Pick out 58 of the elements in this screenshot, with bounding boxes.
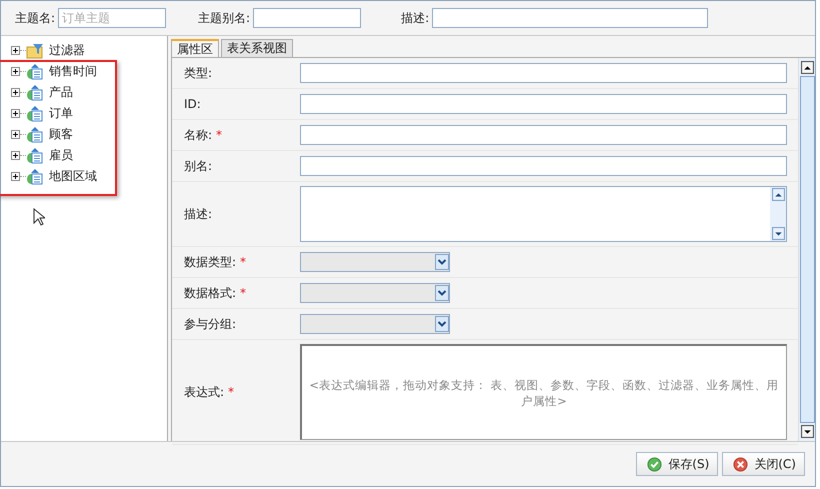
tree-item[interactable]: 地图区域 xyxy=(49,168,97,185)
scrollbar[interactable] xyxy=(798,58,815,441)
field-label: 主题名: xyxy=(15,10,56,26)
expand-icon[interactable] xyxy=(11,172,20,181)
cube-table-icon xyxy=(26,64,44,80)
field-label: ID: xyxy=(184,97,201,111)
tree-item[interactable]: 过滤器 xyxy=(49,42,85,59)
tab[interactable]: 属性区 xyxy=(171,39,219,57)
expand-icon[interactable] xyxy=(11,67,20,76)
scroll-up-icon[interactable] xyxy=(800,61,814,74)
field-label: 名称: xyxy=(184,126,212,144)
expand-icon[interactable] xyxy=(11,109,20,118)
text-field[interactable] xyxy=(432,8,708,28)
required-mark: * xyxy=(228,385,234,399)
text-field[interactable] xyxy=(300,63,787,83)
required-mark: * xyxy=(240,255,246,269)
field-label: 别名: xyxy=(184,158,212,174)
scroll-down-icon[interactable] xyxy=(772,227,784,240)
expand-icon[interactable] xyxy=(11,151,20,160)
field-label: 主题别名: xyxy=(198,10,250,26)
field-label: 描述: xyxy=(184,206,212,222)
dialog-button[interactable]: 关闭(C) xyxy=(722,452,805,476)
cube-table-icon xyxy=(26,148,44,164)
field-label: 数据格式: xyxy=(184,284,236,302)
scrollbar[interactable] xyxy=(770,187,786,241)
field-label: 数据类型: xyxy=(184,254,236,270)
field-label: 类型: xyxy=(184,64,212,82)
text-field[interactable] xyxy=(300,125,787,145)
cube-table-icon xyxy=(26,84,44,100)
scroll-down-icon[interactable] xyxy=(800,425,814,438)
field-label: 描述: xyxy=(401,10,430,26)
close-icon xyxy=(733,456,748,472)
expand-icon[interactable] xyxy=(11,130,20,139)
cube-table-icon xyxy=(26,168,44,184)
cube-table-icon xyxy=(26,126,44,142)
tree-item[interactable]: 雇员 xyxy=(49,147,73,164)
expand-icon[interactable] xyxy=(11,46,20,55)
expression-editor[interactable]: <表达式编辑器，拖动对象支持： 表、视图、参数、字段、函数、过滤器、业务属性、用户属性> xyxy=(300,344,787,440)
tree-item[interactable]: 产品 xyxy=(49,84,73,101)
cursor-icon xyxy=(33,208,45,226)
text-field[interactable]: 订单主题 xyxy=(58,8,166,28)
text-field[interactable] xyxy=(300,94,787,114)
field-label: 参与分组: xyxy=(184,316,236,332)
cube-table-icon xyxy=(26,106,44,122)
tree-item[interactable]: 销售时间 xyxy=(49,63,97,80)
required-mark: * xyxy=(216,128,222,142)
tree-item[interactable]: 顾客 xyxy=(49,126,73,143)
scroll-up-icon[interactable] xyxy=(772,188,784,201)
funnel-folder-icon xyxy=(26,42,44,58)
check-icon xyxy=(647,456,662,472)
field-label: 表达式: xyxy=(184,384,224,400)
text-field[interactable] xyxy=(253,8,362,28)
expand-icon[interactable] xyxy=(11,88,20,97)
required-mark: * xyxy=(240,286,246,300)
tab[interactable]: 表关系视图 xyxy=(221,39,293,57)
dialog-button[interactable]: 保存(S) xyxy=(636,452,718,476)
text-field[interactable] xyxy=(300,156,787,176)
tree-item[interactable]: 订单 xyxy=(49,105,73,122)
